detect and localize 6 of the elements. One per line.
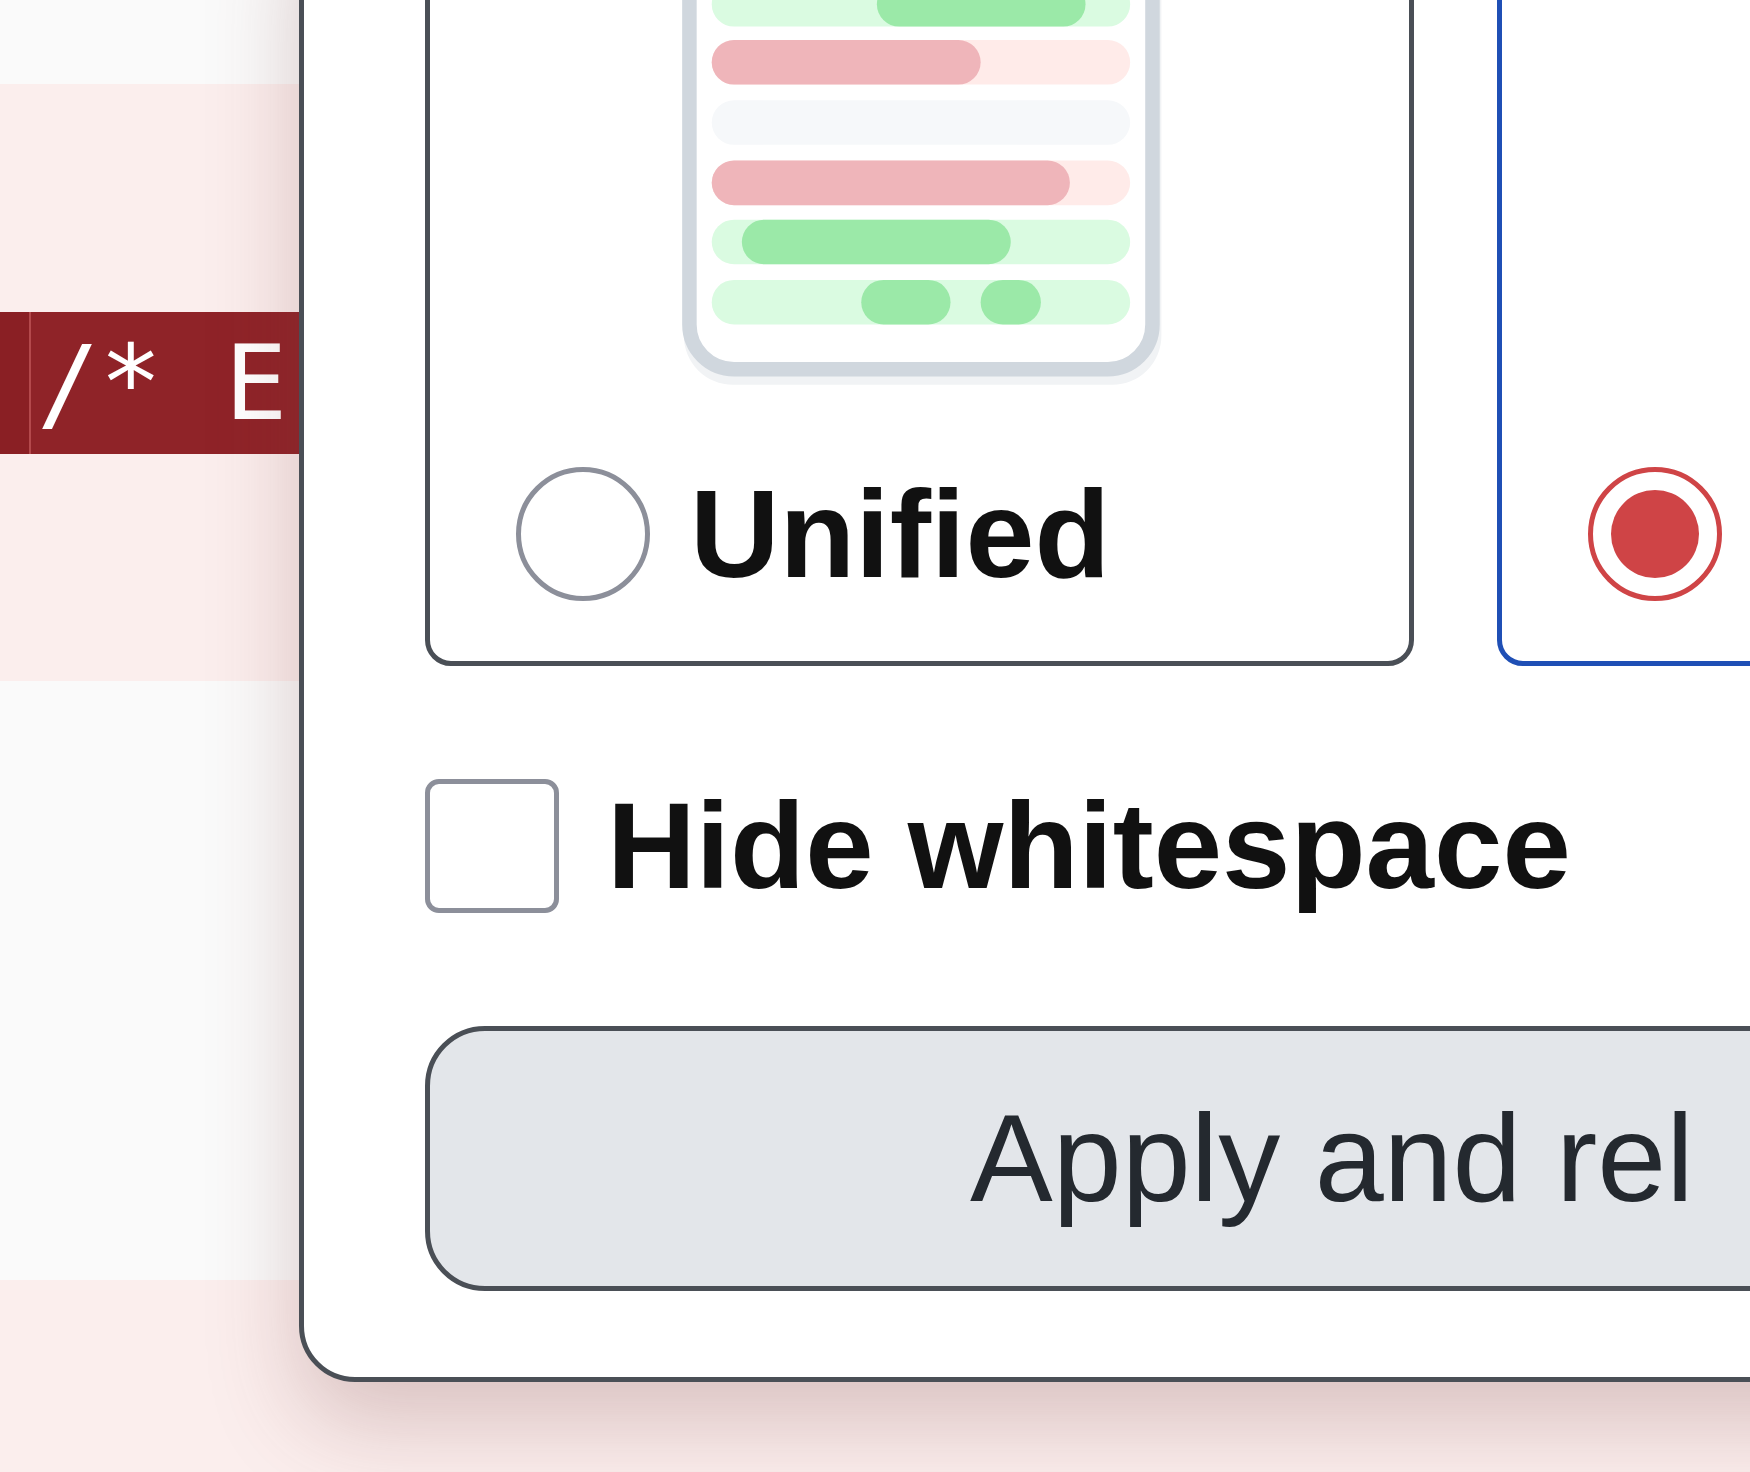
- option-label: Unified: [690, 463, 1111, 605]
- checkbox-label: Hide whitespace: [607, 776, 1571, 916]
- view-option-card[interactable]: Unified: [425, 0, 1414, 666]
- checkbox[interactable]: [425, 778, 559, 913]
- code-text: /* E: [36, 321, 288, 446]
- apply-button[interactable]: Apply and rel: [425, 1025, 1750, 1291]
